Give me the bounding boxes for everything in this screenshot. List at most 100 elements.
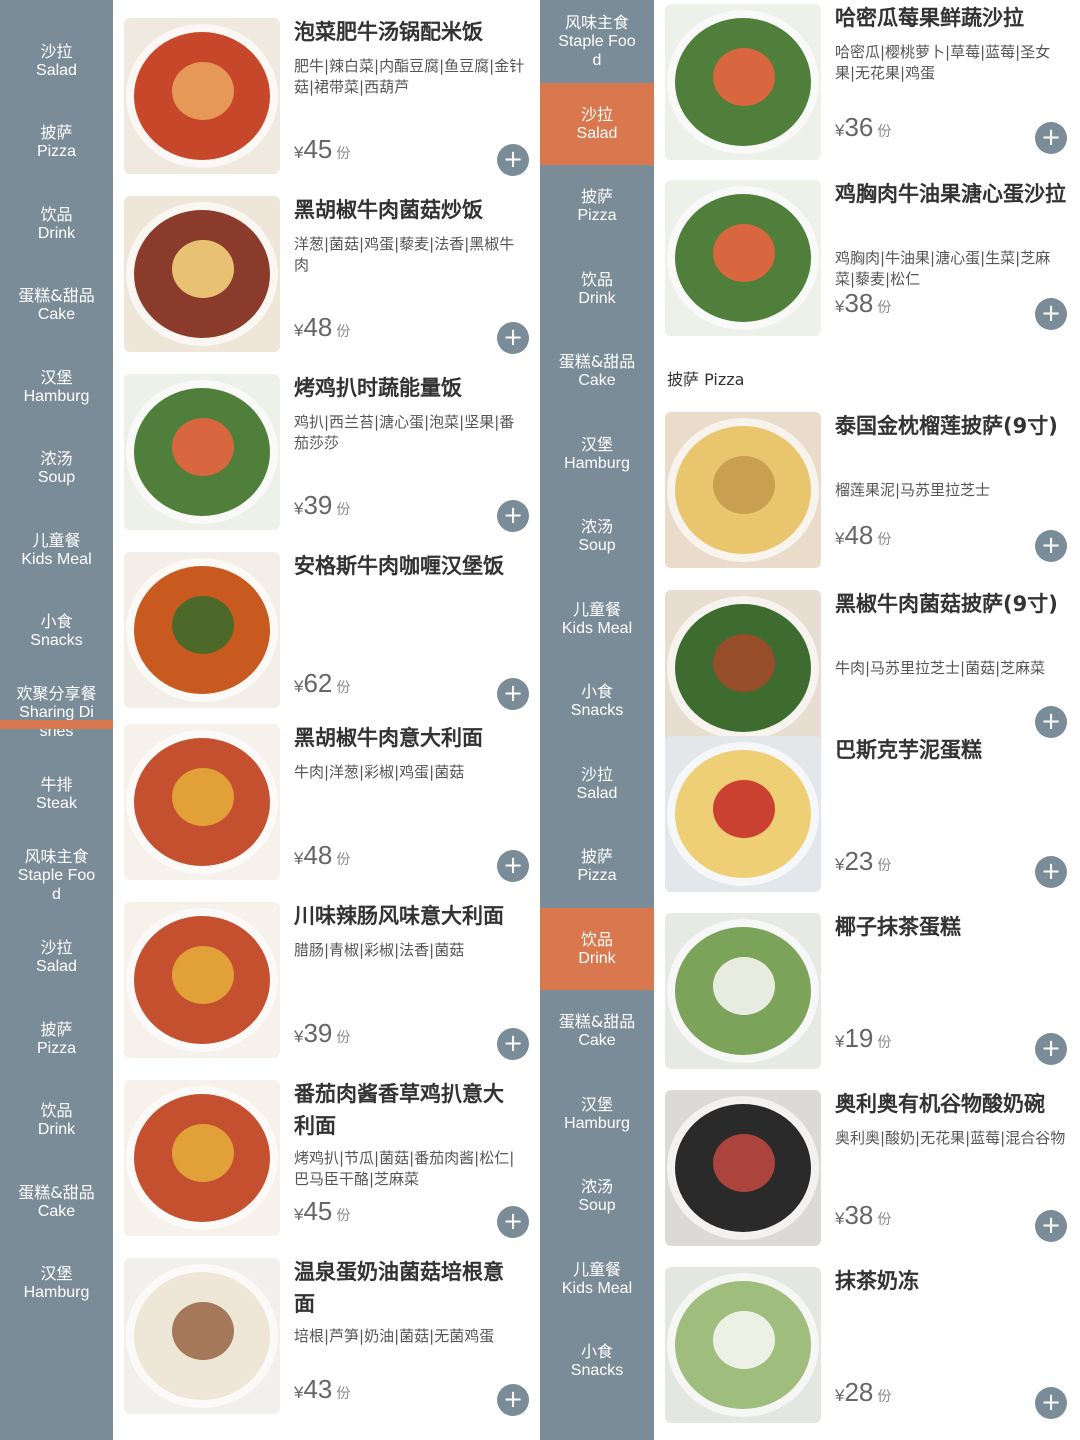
add-to-cart-button[interactable]: +: [497, 500, 529, 532]
category-label-zh: 小食: [580, 682, 613, 702]
category-item[interactable]: 蛋糕&甜品 Cake: [540, 330, 654, 413]
menu-item-card[interactable]: 烤鸡扒时蔬能量饭 鸡扒|西兰苔|溏心蛋|泡菜|坚果|番茄莎莎 ¥39 份 +: [113, 372, 540, 540]
category-item[interactable]: 牛排 Steak: [0, 754, 113, 836]
item-description: 奥利奥|酸奶|无花果|蓝莓|混合谷物: [835, 1129, 1066, 1147]
category-item[interactable]: 汉堡 Hamburg: [0, 346, 113, 428]
add-to-cart-button[interactable]: +: [497, 1028, 529, 1060]
menu-item-card[interactable]: 泡菜肥牛汤锅配米饭 肥牛|辣白菜|内酯豆腐|鱼豆腐|金针菇|裙带菜|西葫芦 ¥45 份…: [113, 16, 540, 184]
category-item[interactable]: 小食 Snacks: [540, 1320, 654, 1403]
menu-item-card[interactable]: 温泉蛋奶油菌菇培根意面 培根|芦笋|奶油|菌菇|无菌鸡蛋 ¥43 份 +: [113, 1256, 540, 1424]
item-description: 榴莲果泥|马苏里拉芝士: [835, 481, 991, 499]
category-label-zh: 蛋糕&甜品: [558, 1012, 636, 1032]
category-item[interactable]: 沙拉 Salad: [0, 917, 113, 999]
add-to-cart-button[interactable]: +: [1035, 1210, 1067, 1242]
category-item[interactable]: 沙拉 Salad: [540, 743, 654, 826]
add-to-cart-button[interactable]: +: [497, 678, 529, 710]
category-label-en: Salad: [36, 958, 77, 976]
price-value: 38: [844, 288, 874, 318]
menu-item-card[interactable]: 奥利奥有机谷物酸奶碗 奥利奥|酸奶|无花果|蓝莓|混合谷物 ¥38 份 +: [654, 1088, 1080, 1250]
menu-item-card[interactable]: 黑胡椒牛肉意大利面 牛肉|洋葱|彩椒|鸡蛋|菌菇 ¥48 份 +: [113, 722, 540, 890]
menu-item-card[interactable]: 哈密瓜莓果鲜蔬沙拉 哈密瓜|樱桃萝卜|草莓|蓝莓|圣女果|无花果|鸡蛋 ¥36 份 +: [654, 2, 1080, 162]
category-label-en: Pizza: [577, 207, 617, 225]
menu-item-card[interactable]: 泰国金枕榴莲披萨(9寸) 榴莲果泥|马苏里拉芝士 ¥48 份 +: [654, 410, 1080, 570]
category-item[interactable]: 沙拉 Salad: [540, 82, 654, 165]
add-to-cart-button[interactable]: +: [1035, 530, 1067, 562]
category-item[interactable]: 小食 Snacks: [540, 660, 654, 743]
category-label-zh: 儿童餐: [572, 599, 621, 619]
category-item[interactable]: 蛋糕&甜品 Cake: [0, 265, 113, 347]
category-item[interactable]: 饮品 Drink: [0, 1080, 113, 1162]
add-to-cart-button[interactable]: +: [1035, 298, 1067, 330]
category-item[interactable]: 欢聚分享餐 Sharing Di shes: [0, 672, 113, 754]
add-to-cart-button[interactable]: +: [497, 322, 529, 354]
menu-item-card[interactable]: 抹茶奶冻 ¥28 份 +: [654, 1265, 1080, 1427]
category-item[interactable]: 汉堡 Hamburg: [540, 413, 654, 496]
price-value: 19: [844, 1023, 874, 1053]
category-label-en: Drink: [37, 224, 76, 242]
category-item[interactable]: 饮品 Drink: [0, 183, 113, 265]
menu-item-card[interactable]: 黑胡椒牛肉菌菇炒饭 洋葱|菌菇|鸡蛋|藜麦|法香|黑椒牛肉 ¥48 份 +: [113, 194, 540, 362]
category-label-en: Snacks: [30, 632, 83, 650]
category-label-en: Pizza: [577, 867, 617, 885]
add-to-cart-button[interactable]: +: [497, 850, 529, 882]
menu-item-card[interactable]: 番茄肉酱香草鸡扒意大利面 烤鸡扒|节瓜|菌菇|番茄肉酱|松仁|巴马臣干酪|芝麻菜 ¥…: [113, 1078, 540, 1246]
add-to-cart-button[interactable]: +: [497, 144, 529, 176]
category-item[interactable]: 浓汤 Soup: [540, 495, 654, 578]
menu-item-card[interactable]: 巴斯克芋泥蛋糕 ¥23 份 +: [654, 734, 1080, 896]
food-topping-shape: [172, 1302, 234, 1360]
food-photo: [665, 1267, 821, 1423]
price-value: 62: [303, 668, 333, 698]
category-item[interactable]: 儿童餐 Kids Meal: [540, 1238, 654, 1321]
food-photo: [665, 1090, 821, 1246]
category-item[interactable]: 儿童餐 Kids Meal: [0, 509, 113, 591]
category-item[interactable]: 小食 Snacks: [0, 591, 113, 673]
menu-item-card[interactable]: 川味辣肠风味意大利面 腊肠|青椒|彩椒|法香|菌菇 ¥39 份 +: [113, 900, 540, 1068]
add-to-cart-button[interactable]: +: [1035, 1387, 1067, 1419]
price-unit: 份: [336, 1030, 351, 1046]
category-item[interactable]: 披萨 Pizza: [540, 165, 654, 248]
category-item[interactable]: 风味主食 Staple Foo d: [540, 0, 654, 83]
category-label-en: Kids Meal: [561, 1279, 633, 1297]
item-name: 番茄肉酱香草鸡扒意大利面: [294, 1082, 504, 1138]
category-label-zh: 饮品: [580, 929, 613, 949]
item-name: 椰子抹茶蛋糕: [835, 915, 961, 939]
menu-item-card[interactable]: 安格斯牛肉咖喱汉堡饭 ¥62 份 +: [113, 550, 540, 718]
category-item[interactable]: 汉堡 Hamburg: [0, 1243, 113, 1325]
category-item[interactable]: 饮品 Drink: [540, 907, 654, 990]
sidebar-scroll-indicator: [0, 720, 113, 729]
category-label-en: Hamburg: [564, 1114, 630, 1132]
menu-item-card[interactable]: 椰子抹茶蛋糕 ¥19 份 +: [654, 911, 1080, 1073]
menu-item-card[interactable]: 鸡胸肉牛油果溏心蛋沙拉 鸡胸肉|牛油果|溏心蛋|生菜|芝麻菜|藜麦|松仁 ¥38 份 +: [654, 178, 1080, 338]
add-to-cart-button[interactable]: +: [1035, 856, 1067, 888]
add-to-cart-button[interactable]: +: [1035, 122, 1067, 154]
category-item[interactable]: 蛋糕&甜品 Cake: [540, 990, 654, 1073]
add-to-cart-button[interactable]: +: [1035, 1033, 1067, 1065]
add-to-cart-button[interactable]: +: [497, 1206, 529, 1238]
category-item[interactable]: 沙拉 Salad: [0, 20, 113, 102]
price-value: 39: [303, 1018, 333, 1048]
category-item[interactable]: 风味主食 Staple Foo d: [0, 835, 113, 917]
item-name: 黑椒牛肉菌菇披萨(9寸): [835, 592, 1058, 616]
category-item[interactable]: 浓汤 Soup: [0, 428, 113, 510]
price-unit: 份: [336, 1386, 351, 1402]
category-item[interactable]: 汉堡 Hamburg: [540, 1073, 654, 1156]
category-item[interactable]: 披萨 Pizza: [0, 998, 113, 1080]
category-label-zh: 牛排: [40, 775, 73, 795]
add-to-cart-button[interactable]: +: [497, 1384, 529, 1416]
category-label-zh: 汉堡: [40, 1264, 73, 1284]
food-topping-shape: [172, 62, 234, 120]
category-item[interactable]: 儿童餐 Kids Meal: [540, 578, 654, 661]
category-item[interactable]: 浓汤 Soup: [540, 1155, 654, 1238]
category-item[interactable]: 蛋糕&甜品 Cake: [0, 1161, 113, 1243]
category-label-zh: 小食: [40, 612, 73, 632]
category-label-zh: 饮品: [580, 269, 613, 289]
category-item[interactable]: 披萨 Pizza: [0, 102, 113, 184]
price-value: 48: [844, 520, 874, 550]
category-item[interactable]: 披萨 Pizza: [540, 825, 654, 908]
food-photo: [124, 18, 280, 174]
item-description: 培根|芦笋|奶油|菌菇|无菌鸡蛋: [294, 1327, 495, 1345]
left-menu-list: 泡菜肥牛汤锅配米饭 肥牛|辣白菜|内酯豆腐|鱼豆腐|金针菇|裙带菜|西葫芦 ¥45 份…: [113, 0, 540, 1440]
menu-item-card[interactable]: 黑椒牛肉菌菇披萨(9寸) 牛肉|马苏里拉芝士|菌菇|芝麻菜 +: [654, 588, 1080, 746]
food-topping-shape: [172, 240, 234, 298]
category-item[interactable]: 饮品 Drink: [540, 248, 654, 331]
